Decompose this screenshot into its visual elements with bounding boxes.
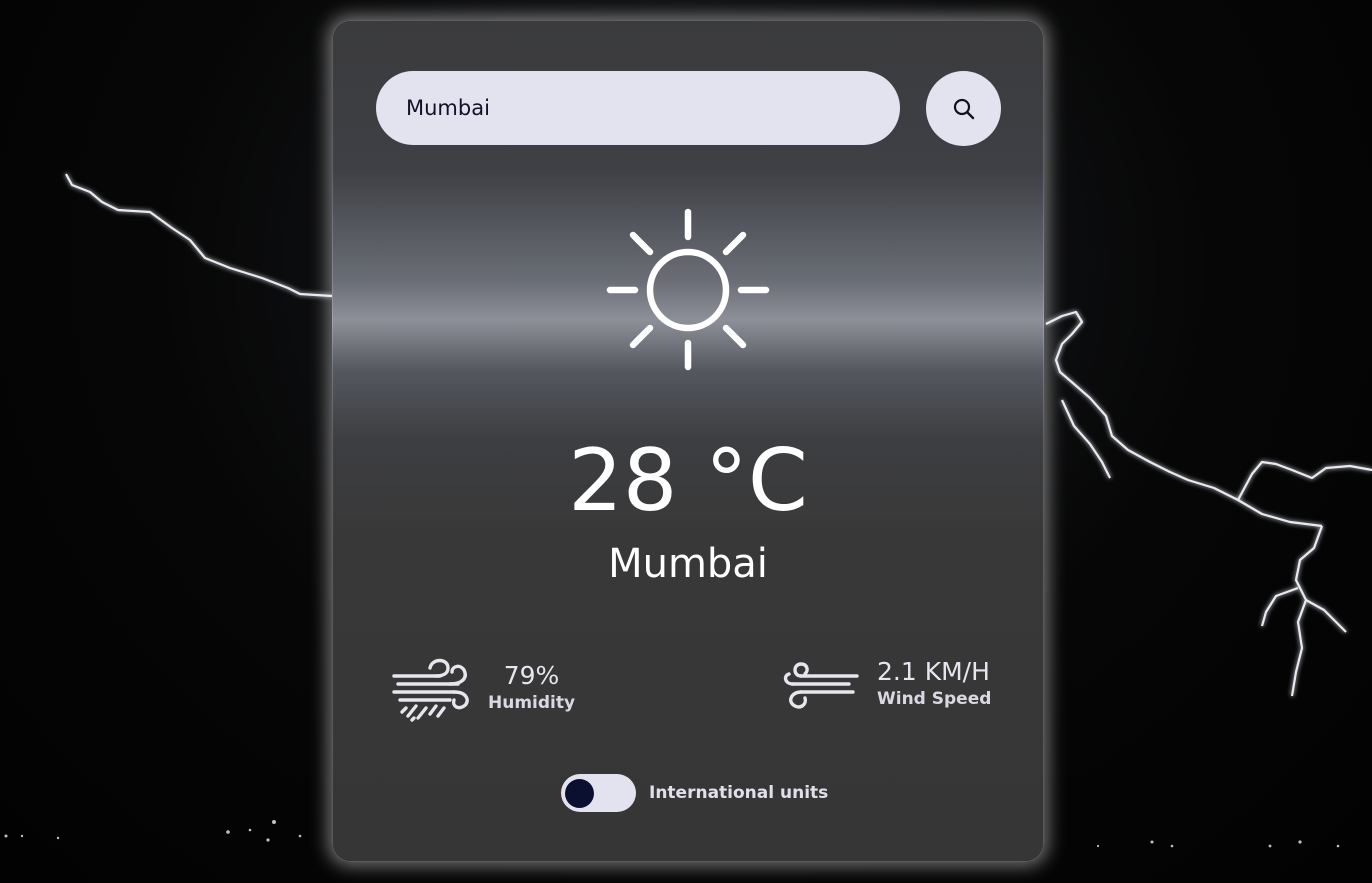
weather-app: 28 °C Mumbai xyxy=(0,0,1372,883)
wind-icon xyxy=(783,662,859,709)
wind-label: Wind Speed xyxy=(877,689,992,709)
humidity-icon xyxy=(392,658,469,722)
temperature: 28 °C xyxy=(568,431,808,531)
units-label: International units xyxy=(649,783,829,803)
units-toggle[interactable] xyxy=(561,774,636,812)
toggle-knob xyxy=(565,779,594,808)
city-name: Mumbai xyxy=(608,541,768,587)
weather-card: 28 °C Mumbai xyxy=(332,20,1044,862)
units-toggle-row: International units xyxy=(561,774,828,812)
search-button[interactable] xyxy=(926,71,1001,146)
humidity-label: Humidity xyxy=(488,693,576,713)
humidity-metric: 79% Humidity xyxy=(392,654,575,722)
search-icon xyxy=(953,98,974,119)
humidity-value: 79% xyxy=(503,661,560,690)
search-input[interactable] xyxy=(376,71,900,145)
sun-icon xyxy=(606,208,770,371)
wind-metric: 2.1 KM/H Wind Speed xyxy=(779,654,991,714)
wind-value: 2.1 KM/H xyxy=(877,657,990,686)
